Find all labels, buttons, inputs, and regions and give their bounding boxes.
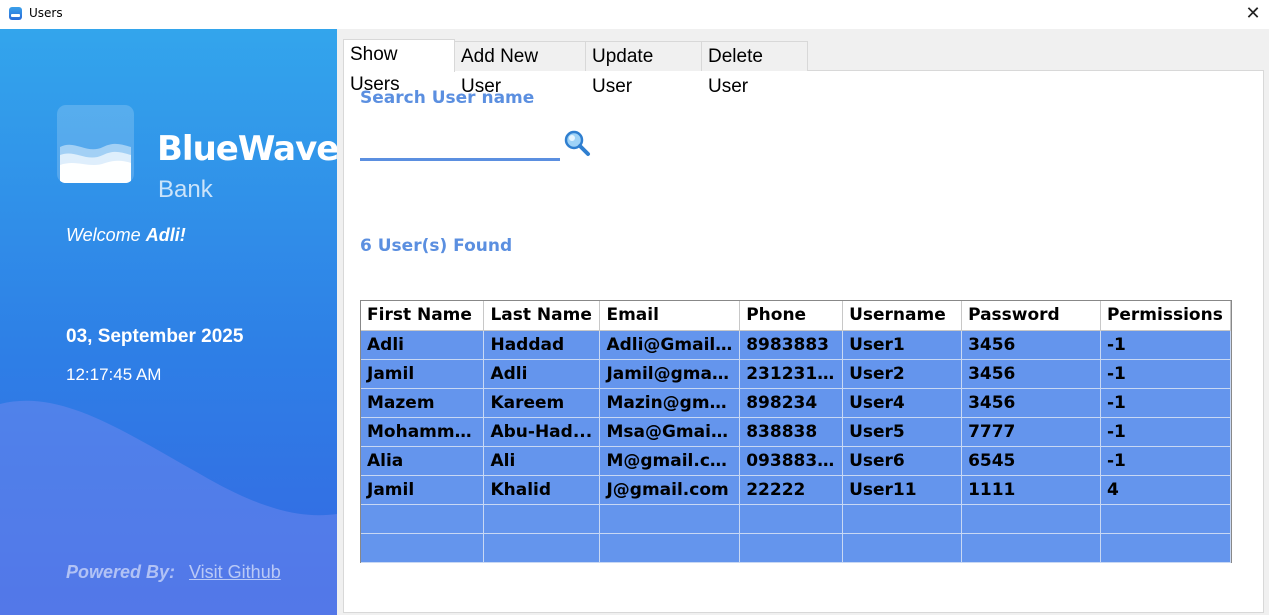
cell-phone[interactable] [739,504,844,534]
cell-permissions[interactable]: 4 [1100,475,1232,505]
cell-first-name[interactable]: Jamil [361,359,485,389]
welcome-message: Welcome Adli! [66,225,186,246]
cell-password[interactable]: 3456 [961,388,1101,418]
cell-first-name[interactable]: Jamil [361,475,485,505]
brand-subtitle: Bank [158,176,213,203]
cell-username[interactable] [842,533,963,563]
cell-username[interactable]: User11 [842,475,963,505]
table-row[interactable] [361,504,1232,534]
cell-phone[interactable]: 898234 [739,388,844,418]
table-row[interactable]: Adli Haddad Adli@Gmail.... 8983883 User1 3456… [361,330,1232,360]
sidebar: BlueWave Bank Welcome Adli! 03, September… [0,29,337,615]
app-icon [9,7,22,20]
cell-first-name[interactable]: Mazem [361,388,485,418]
cell-password[interactable]: 6545 [961,446,1101,476]
github-link[interactable]: Visit Github [189,562,281,583]
cell-username[interactable]: User1 [842,330,963,360]
tab-update-user[interactable]: Update User [585,41,702,97]
table-row[interactable]: Jamil Khalid J@gmail.com 22222 User11 1111 4 [361,475,1232,505]
table-row[interactable]: Jamil Adli Jamil@gmail.... 23123123 User2 345… [361,359,1232,389]
cell-username[interactable]: User5 [842,417,963,447]
table-header-row: First Name Last Name Email Phone Usernam… [361,301,1232,331]
cell-email[interactable]: Mazin@gma... [599,388,741,418]
cell-permissions[interactable]: -1 [1100,446,1232,476]
cell-first-name[interactable]: Mohammed [361,417,485,447]
table-row[interactable]: Mohammed Abu-Had... Msa@Gmail.... 838838 Use… [361,417,1232,447]
column-header-username[interactable]: Username [842,301,963,331]
table-body: Adli Haddad Adli@Gmail.... 8983883 User1 3456… [361,330,1232,563]
cell-first-name[interactable]: Alia [361,446,485,476]
cell-password[interactable]: 7777 [961,417,1101,447]
cell-username[interactable]: User6 [842,446,963,476]
search-icon[interactable] [563,129,591,157]
cell-username[interactable] [842,504,963,534]
table-row[interactable]: Alia Ali M@gmail.com 09388322 User6 6545 -1 [361,446,1232,476]
cell-phone[interactable]: 09388322 [739,446,844,476]
current-date: 03, September 2025 [66,326,244,347]
table-row[interactable]: Mazem Kareem Mazin@gma... 898234 User4 3456 -1 [361,388,1232,418]
column-header-password[interactable]: Password [961,301,1101,331]
bank-logo-icon [57,105,134,183]
cell-permissions[interactable]: -1 [1100,330,1232,360]
cell-phone[interactable]: 22222 [739,475,844,505]
table-row[interactable] [361,533,1232,563]
cell-phone[interactable] [739,533,844,563]
cell-password[interactable]: 1111 [961,475,1101,505]
search-input[interactable] [360,128,560,161]
users-table: First Name Last Name Email Phone Usernam… [360,300,1232,563]
cell-email[interactable]: Adli@Gmail.... [599,330,741,360]
cell-first-name[interactable] [361,504,485,534]
wave-background [0,400,337,615]
cell-last-name[interactable]: Adli [483,359,601,389]
powered-by-label: Powered By: [66,562,176,582]
cell-first-name[interactable] [361,533,485,563]
cell-password[interactable] [961,533,1101,563]
cell-phone[interactable]: 23123123 [739,359,844,389]
cell-email[interactable] [599,533,741,563]
cell-permissions[interactable]: -1 [1100,417,1232,447]
cell-password[interactable] [961,504,1101,534]
cell-email[interactable]: Jamil@gmail.... [599,359,741,389]
title-bar: Users ✕ [0,0,1269,29]
cell-email[interactable]: M@gmail.com [599,446,741,476]
cell-first-name[interactable]: Adli [361,330,485,360]
current-user-name: Adli! [145,225,186,245]
column-header-permissions[interactable]: Permissions [1100,301,1232,331]
cell-permissions[interactable]: -1 [1100,359,1232,389]
brand-name: BlueWave [157,129,337,169]
column-header-first-name[interactable]: First Name [361,301,485,331]
column-header-phone[interactable]: Phone [739,301,844,331]
column-header-last-name[interactable]: Last Name [483,301,601,331]
current-time: 12:17:45 AM [66,365,162,384]
cell-permissions[interactable] [1100,504,1232,534]
column-header-email[interactable]: Email [599,301,741,331]
cell-phone[interactable]: 8983883 [739,330,844,360]
cell-permissions[interactable] [1100,533,1232,563]
cell-email[interactable] [599,504,741,534]
cell-last-name[interactable]: Khalid [483,475,601,505]
cell-last-name[interactable]: Abu-Had... [483,417,601,447]
tab-add-new-user[interactable]: Add New User [454,41,586,97]
cell-last-name[interactable]: Ali [483,446,601,476]
cell-last-name[interactable]: Kareem [483,388,601,418]
cell-username[interactable]: User4 [842,388,963,418]
tab-show-users[interactable]: Show Users [343,39,455,95]
close-icon[interactable]: ✕ [1240,2,1266,26]
cell-email[interactable]: Msa@Gmail.... [599,417,741,447]
welcome-prefix: Welcome [66,225,141,245]
cell-permissions[interactable]: -1 [1100,388,1232,418]
cell-password[interactable]: 3456 [961,359,1101,389]
users-found-count: 6 User(s) Found [360,236,513,256]
cell-last-name[interactable] [483,533,601,563]
cell-username[interactable]: User2 [842,359,963,389]
tab-delete-user[interactable]: Delete User [701,41,808,97]
cell-last-name[interactable] [483,504,601,534]
cell-email[interactable]: J@gmail.com [599,475,741,505]
cell-phone[interactable]: 838838 [739,417,844,447]
window-title: Users [29,6,63,20]
cell-password[interactable]: 3456 [961,330,1101,360]
cell-last-name[interactable]: Haddad [483,330,601,360]
